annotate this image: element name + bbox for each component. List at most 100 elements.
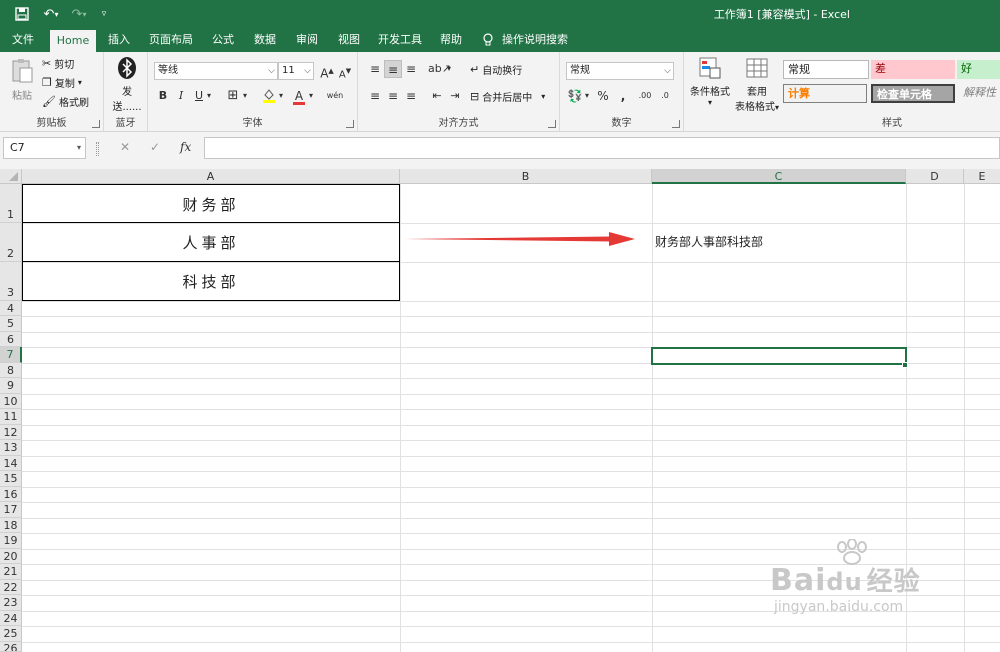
redo-icon[interactable]: ↷ ▾ xyxy=(68,5,90,23)
increase-indent-icon[interactable]: ⇥ xyxy=(446,87,464,105)
align-bottom-icon[interactable]: ≡ xyxy=(402,60,420,78)
tab-developer[interactable]: 开发工具 xyxy=(374,28,426,52)
style-check-cell[interactable]: 检查单元格 xyxy=(871,84,955,103)
tab-file[interactable]: 文件 xyxy=(4,28,42,52)
clipboard-launcher-icon[interactable] xyxy=(92,120,100,128)
row-header[interactable]: 9 xyxy=(0,378,22,394)
increase-decimal-button[interactable]: .00 xyxy=(636,87,654,105)
row-header[interactable]: 6 xyxy=(0,332,22,347)
font-name-select[interactable]: 等线 ⌵ xyxy=(154,62,278,80)
paste-button[interactable]: 粘贴 xyxy=(8,58,36,104)
select-all-corner[interactable] xyxy=(0,169,22,184)
row-header[interactable]: 13 xyxy=(0,440,22,456)
save-icon[interactable] xyxy=(12,5,32,23)
conditional-formatting-button[interactable]: 条件格式 ▾ xyxy=(688,56,732,112)
style-bad[interactable]: 差 xyxy=(871,60,955,79)
accounting-dropdown-icon[interactable]: ▾ xyxy=(582,87,592,105)
alignment-launcher-icon[interactable] xyxy=(548,120,556,128)
number-format-select[interactable]: 常规 ⌵ xyxy=(566,62,674,80)
percent-style-button[interactable]: % xyxy=(594,87,612,105)
worksheet-grid[interactable]: A B C D E 1 2 3 4 5 6 7 8 9 10 11 12 13 … xyxy=(0,169,1000,652)
row-header[interactable]: 25 xyxy=(0,626,22,642)
tab-formulas[interactable]: 公式 xyxy=(206,28,240,52)
row-header[interactable]: 21 xyxy=(0,564,22,580)
borders-dropdown-icon[interactable]: ▾ xyxy=(240,87,250,105)
style-calculation[interactable]: 计算 xyxy=(783,84,867,103)
phonetic-guide-icon[interactable]: wén xyxy=(324,87,346,105)
column-header-a[interactable]: A xyxy=(22,169,400,184)
row-header[interactable]: 26 xyxy=(0,642,22,652)
format-as-table-button[interactable]: 套用 表格格式▾ xyxy=(734,56,780,113)
insert-function-icon[interactable]: fx xyxy=(180,140,191,154)
tab-help[interactable]: 帮助 xyxy=(434,28,468,52)
italic-button[interactable]: I xyxy=(172,87,190,105)
cell-c2[interactable]: 财务部人事部科技部 xyxy=(655,233,763,250)
row-header[interactable]: 5 xyxy=(0,316,22,332)
row-header[interactable]: 11 xyxy=(0,409,22,425)
orientation-dropdown-icon[interactable]: ▾ xyxy=(444,60,454,78)
copy-button[interactable]: ❐ 复制 ▾ xyxy=(42,75,82,90)
tab-review[interactable]: 审阅 xyxy=(290,28,324,52)
row-header[interactable]: 12 xyxy=(0,425,22,440)
row-header[interactable]: 14 xyxy=(0,456,22,471)
row-header[interactable]: 8 xyxy=(0,363,22,378)
comma-style-button[interactable]: , xyxy=(614,87,632,105)
tab-home[interactable]: Home xyxy=(50,30,96,52)
font-color-dropdown-icon[interactable]: ▾ xyxy=(306,87,316,105)
selected-cell-c7[interactable] xyxy=(651,347,907,365)
wrap-text-button[interactable]: ↵ 自动换行 xyxy=(470,62,522,77)
column-header-d[interactable]: D xyxy=(906,169,964,184)
style-good[interactable]: 好 xyxy=(957,60,1000,79)
column-header-e[interactable]: E xyxy=(964,169,1000,184)
shrink-font-button[interactable]: A▼ xyxy=(336,62,354,81)
tab-page-layout[interactable]: 页面布局 xyxy=(144,28,198,52)
bold-button[interactable]: B xyxy=(154,87,172,105)
row-header[interactable]: 23 xyxy=(0,595,22,611)
style-explanatory[interactable]: 解释性 xyxy=(959,84,1000,103)
row-header[interactable]: 17 xyxy=(0,502,22,518)
enter-icon[interactable]: ✓ xyxy=(150,140,160,154)
row-header[interactable]: 3 xyxy=(0,262,22,301)
style-normal[interactable]: 常规 xyxy=(783,60,869,79)
row-header[interactable]: 16 xyxy=(0,487,22,502)
formula-input[interactable] xyxy=(204,137,1000,159)
row-header[interactable]: 20 xyxy=(0,549,22,564)
decrease-indent-icon[interactable]: ⇤ xyxy=(428,87,446,105)
row-header[interactable]: 19 xyxy=(0,533,22,549)
cut-button[interactable]: ✂ 剪切 xyxy=(42,56,74,71)
row-header[interactable]: 4 xyxy=(0,301,22,316)
align-middle-icon[interactable]: ≡ xyxy=(384,60,402,78)
row-header-7[interactable]: 7 xyxy=(0,347,22,363)
align-center-icon[interactable]: ≡ xyxy=(384,87,402,105)
align-left-icon[interactable]: ≡ xyxy=(366,87,384,105)
bluetooth-send-button[interactable]: 发 送...... xyxy=(110,56,144,113)
name-box[interactable]: C7 ▾ xyxy=(3,137,86,159)
cell-a2[interactable]: 人事部 xyxy=(22,223,400,262)
undo-icon[interactable]: ↶ ▾ xyxy=(40,5,62,23)
underline-dropdown-icon[interactable]: ▾ xyxy=(204,87,214,105)
tell-me-search[interactable]: 操作说明搜索 xyxy=(500,28,570,52)
row-header[interactable]: 10 xyxy=(0,394,22,409)
cell-a1[interactable]: 财务部 xyxy=(22,184,400,223)
align-right-icon[interactable]: ≡ xyxy=(402,87,420,105)
formula-bar-splitter-icon[interactable] xyxy=(96,142,99,156)
lightbulb-icon[interactable] xyxy=(482,33,494,47)
tab-data[interactable]: 数据 xyxy=(248,28,282,52)
grow-font-button[interactable]: A▲ xyxy=(318,62,336,81)
merge-center-button[interactable]: ⊟ 合并后居中 ▾ xyxy=(470,89,545,104)
fill-handle[interactable] xyxy=(902,362,908,368)
row-header[interactable]: 18 xyxy=(0,518,22,533)
row-header[interactable]: 24 xyxy=(0,611,22,626)
row-header[interactable]: 15 xyxy=(0,471,22,487)
column-header-c[interactable]: C xyxy=(652,169,906,184)
cell-a3[interactable]: 科技部 xyxy=(22,262,400,301)
font-launcher-icon[interactable] xyxy=(346,120,354,128)
row-header[interactable]: 2 xyxy=(0,223,22,262)
cancel-icon[interactable]: ✕ xyxy=(120,140,130,154)
customize-quick-access-icon[interactable]: ▿ xyxy=(98,5,110,23)
tab-insert[interactable]: 插入 xyxy=(102,28,136,52)
decrease-decimal-button[interactable]: .0 xyxy=(656,87,674,105)
font-size-select[interactable]: 11 ⌵ xyxy=(278,62,314,80)
row-header[interactable]: 1 xyxy=(0,184,22,223)
format-painter-button[interactable]: 🖌 格式刷 xyxy=(42,94,89,109)
